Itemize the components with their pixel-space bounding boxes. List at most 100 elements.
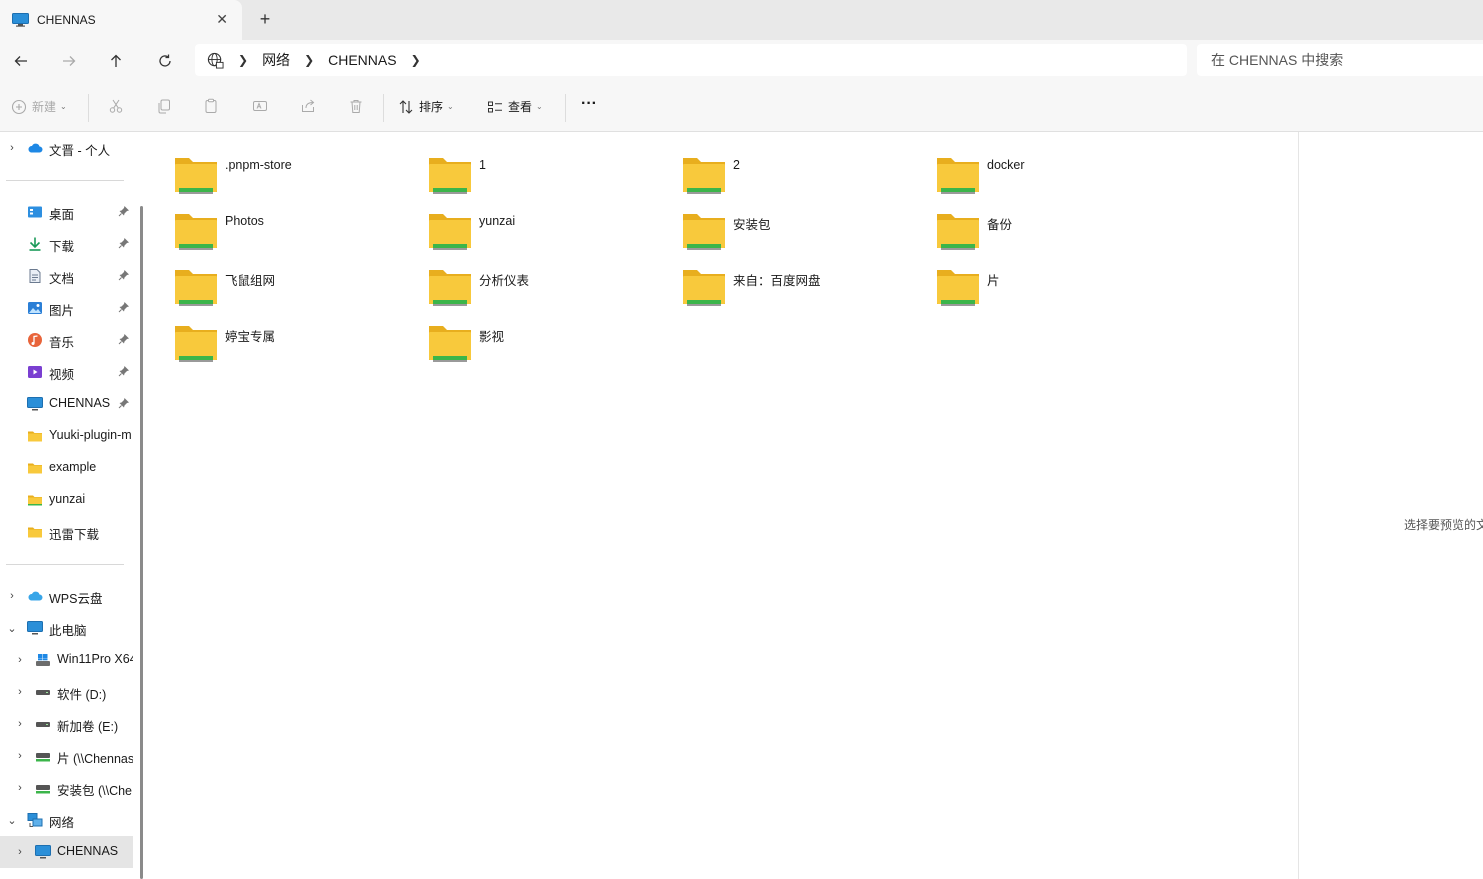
sidebar-item-yuuki-plugin[interactable]: Yuuki-plugin-m: [0, 420, 133, 452]
chevron-right-icon[interactable]: ›: [14, 716, 26, 732]
sidebar-item-videos[interactable]: 视频: [0, 356, 133, 388]
sidebar-item-network-drive-install[interactable]: › 安装包 (\\Che: [0, 772, 133, 804]
pin-icon: [118, 398, 129, 409]
folder-item[interactable]: 1: [404, 142, 644, 194]
folder-item[interactable]: 片: [912, 254, 1152, 306]
chevron-right-icon[interactable]: ❯: [411, 53, 421, 67]
sidebar-item-wps-cloud[interactable]: › WPS云盘: [0, 580, 133, 612]
new-button[interactable]: 新建 ⌄: [11, 98, 67, 115]
sidebar-item-label: 片 (\\Chennas: [57, 752, 133, 766]
monitor-icon: [12, 13, 29, 27]
cut-button[interactable]: [108, 98, 124, 114]
pin-icon: [118, 366, 129, 377]
sidebar-scrollbar[interactable]: [140, 206, 143, 879]
folder-icon: [28, 463, 42, 474]
trash-icon: [350, 100, 362, 113]
chevron-right-icon[interactable]: ›: [14, 652, 26, 668]
folder-item[interactable]: 飞鼠组网: [150, 254, 390, 306]
sidebar-item-network-drive-pian[interactable]: › 片 (\\Chennas: [0, 740, 133, 772]
chevron-right-icon[interactable]: ›: [14, 748, 26, 764]
sidebar-item-desktop[interactable]: 桌面: [0, 196, 133, 228]
chevron-down-icon[interactable]: ⌄: [6, 812, 18, 828]
chevron-down-icon: ⌄: [536, 102, 543, 111]
divider: [6, 564, 124, 565]
network-folder-icon: [175, 158, 217, 194]
new-tab-button[interactable]: +: [256, 9, 274, 30]
sidebar-item-win11-drive[interactable]: › Win11Pro X64: [0, 644, 133, 676]
rename-button[interactable]: [252, 98, 268, 114]
sidebar-item-yunzai[interactable]: yunzai: [0, 484, 133, 516]
folder-item[interactable]: 影视: [404, 310, 644, 362]
chevron-right-icon[interactable]: ›: [6, 140, 18, 156]
chevron-right-icon[interactable]: ›: [6, 588, 18, 604]
network-folder-icon: [937, 214, 979, 250]
pin-icon: [118, 334, 129, 345]
breadcrumb-chennas[interactable]: CHENNAS: [328, 52, 396, 68]
sidebar-item-chennas-pinned[interactable]: CHENNAS: [0, 388, 133, 420]
paste-button[interactable]: [203, 98, 219, 114]
sidebar-item-downloads[interactable]: 下载: [0, 228, 133, 260]
drive-icon: [36, 722, 50, 727]
sidebar-item-example[interactable]: example: [0, 452, 133, 484]
scissors-icon: [109, 99, 123, 113]
sidebar-item-chennas[interactable]: › CHENNAS: [0, 836, 133, 868]
chevron-right-icon[interactable]: ›: [14, 684, 26, 700]
sidebar-item-thunder-downloads[interactable]: 迅雷下载: [0, 516, 133, 548]
close-tab-icon[interactable]: ✕: [216, 11, 228, 28]
sidebar-item-this-pc[interactable]: ⌄ 此电脑: [0, 612, 133, 644]
plus-circle-icon: [11, 99, 27, 114]
share-button[interactable]: [300, 98, 316, 114]
sort-label: 排序: [419, 100, 444, 114]
forward-button[interactable]: [58, 50, 80, 72]
chevron-down-icon[interactable]: ⌄: [6, 620, 18, 636]
sidebar-item-label: 图片: [49, 304, 75, 318]
folder-item[interactable]: 分析仪表: [404, 254, 644, 306]
tab-chennas[interactable]: CHENNAS ✕: [0, 0, 242, 40]
sidebar-item-music[interactable]: 音乐: [0, 324, 133, 356]
folder-name: 安装包: [733, 218, 771, 232]
folder-item[interactable]: .pnpm-store: [150, 142, 390, 194]
folder-item[interactable]: docker: [912, 142, 1152, 194]
folder-icon: [28, 431, 42, 442]
sidebar-item-label: CHENNAS: [49, 396, 111, 410]
network-folder-icon: [429, 270, 471, 306]
folder-item[interactable]: 来自：百度网盘: [658, 254, 898, 306]
folder-name: 分析仪表: [479, 274, 530, 288]
arrow-up-icon: [111, 54, 121, 67]
sidebar-item-network[interactable]: ⌄ 网络: [0, 804, 133, 836]
copy-button[interactable]: [156, 98, 172, 114]
sidebar-item-drive-d[interactable]: › 软件 (D:): [0, 676, 133, 708]
address-row: ❯ 网络 ❯ CHENNAS ❯: [0, 40, 1483, 84]
network-icon: [27, 813, 43, 827]
sidebar-item-documents[interactable]: 文档: [0, 260, 133, 292]
network-folder-icon: [683, 270, 725, 306]
chevron-right-icon[interactable]: ›: [14, 844, 26, 860]
view-button[interactable]: 查看 ⌄: [487, 98, 543, 115]
sidebar-item-pictures[interactable]: 图片: [0, 292, 133, 324]
delete-button[interactable]: [348, 98, 364, 114]
folder-item[interactable]: Photos: [150, 198, 390, 250]
folder-item[interactable]: 备份: [912, 198, 1152, 250]
search-input[interactable]: [1211, 52, 1471, 68]
folder-item[interactable]: 婷宝专属: [150, 310, 390, 362]
view-list-icon: [488, 101, 502, 112]
chevron-right-icon[interactable]: ›: [14, 780, 26, 796]
breadcrumb-network[interactable]: 网络: [262, 50, 290, 70]
network-drive-icon: [36, 753, 50, 762]
sort-button[interactable]: 排序 ⌄: [398, 98, 454, 115]
address-bar[interactable]: ❯ 网络 ❯ CHENNAS ❯: [195, 44, 1187, 76]
sidebar-item-onedrive[interactable]: › 文晋 - 个人: [0, 132, 133, 164]
monitor-icon: [27, 621, 43, 635]
folder-item[interactable]: yunzai: [404, 198, 644, 250]
more-options-button[interactable]: ···: [581, 95, 597, 113]
sidebar-item-drive-e[interactable]: › 新加卷 (E:): [0, 708, 133, 740]
back-button[interactable]: [10, 50, 32, 72]
search-box[interactable]: [1197, 44, 1483, 76]
document-icon: [29, 269, 41, 283]
folder-item[interactable]: 2: [658, 142, 898, 194]
refresh-button[interactable]: [154, 50, 176, 72]
arrow-left-icon: [14, 56, 27, 66]
up-button[interactable]: [105, 50, 127, 72]
folder-item[interactable]: 安装包: [658, 198, 898, 250]
sidebar-item-label: 网络: [49, 816, 75, 830]
